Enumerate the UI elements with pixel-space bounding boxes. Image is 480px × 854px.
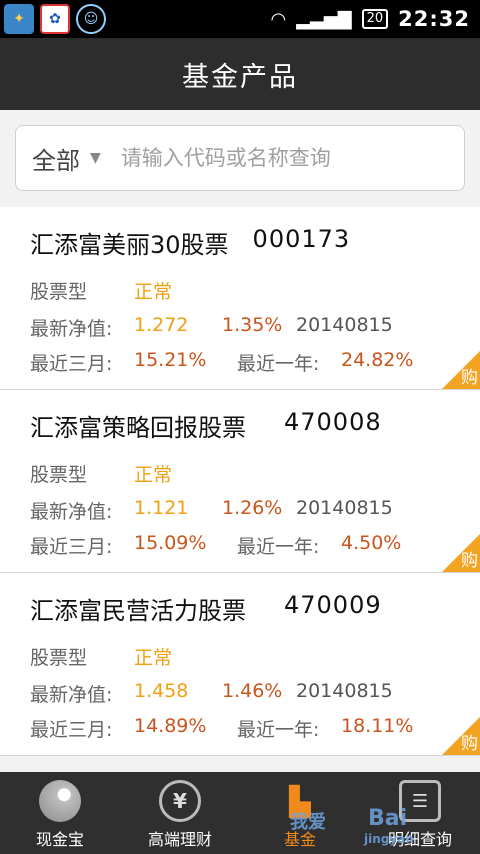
fund-list-item[interactable]: 汇添富美丽30股票 000173 股票型 正常 最新净值: 1.272 1.35… — [0, 207, 480, 390]
store-app-icon: ✿ — [40, 4, 70, 34]
fund-list: 汇添富美丽30股票 000173 股票型 正常 最新净值: 1.272 1.35… — [0, 207, 480, 756]
fund-type: 股票型 — [30, 464, 88, 486]
buy-label[interactable]: 购 — [461, 363, 478, 388]
buy-label[interactable]: 购 — [461, 546, 478, 571]
filter-label: 全部 — [32, 146, 80, 175]
app-header: 基金产品 — [0, 38, 480, 110]
wifi-icon: ◠ — [270, 8, 287, 30]
page-title: 基金产品 — [182, 61, 298, 93]
fund-code: 470008 — [284, 408, 382, 436]
nav-label: 最新净值: — [30, 684, 113, 706]
tab-label: 高端理财 — [147, 830, 212, 849]
tab-cash[interactable]: 现金宝 — [0, 772, 120, 854]
nav-date: 20140815 — [296, 314, 393, 336]
watermark-text-2: Bai — [368, 806, 408, 831]
fund-list-item[interactable]: 汇添富策略回报股票 470008 股票型 正常 最新净值: 1.121 1.26… — [0, 390, 480, 573]
nav-change: 1.26% — [222, 497, 283, 519]
fund-name: 汇添富民营活力股票 — [30, 597, 246, 625]
status-bar: ✦ ✿ ☺ ◠ ▂▃▅▇ 20 22:32 — [0, 0, 480, 38]
ball-icon — [39, 780, 81, 822]
bottom-tab-bar: 现金宝 ¥ 高端理财 ▙ 基金 ☰ 明细查询 我爱 Bai jingyan — [0, 772, 480, 854]
fund-status: 正常 — [134, 647, 173, 669]
chat-app-icon: ☺ — [76, 4, 106, 34]
nav-value: 1.458 — [134, 680, 189, 702]
three-month-return: 15.09% — [134, 532, 207, 554]
fund-code: 000173 — [252, 225, 351, 253]
signal-icon: ▂▃▅▇ — [296, 8, 352, 30]
one-year-label: 最近一年: — [237, 353, 320, 375]
one-year-return: 18.11% — [341, 715, 414, 737]
search-input[interactable] — [120, 146, 464, 170]
one-year-return: 4.50% — [341, 532, 402, 554]
fund-title: 汇添富美丽30股票 000173 — [30, 225, 350, 260]
tab-label: 现金宝 — [35, 830, 84, 849]
chevron-down-icon: ▼ — [90, 150, 101, 166]
fund-type: 股票型 — [30, 647, 88, 669]
buy-label[interactable]: 购 — [461, 729, 478, 754]
three-month-label: 最近三月: — [30, 353, 113, 375]
three-month-return: 15.21% — [134, 349, 207, 371]
status-time: 22:32 — [398, 7, 470, 31]
fund-title: 汇添富策略回报股票 470008 — [30, 408, 382, 443]
one-year-label: 最近一年: — [237, 719, 320, 741]
three-month-label: 最近三月: — [30, 719, 113, 741]
fund-status: 正常 — [134, 281, 173, 303]
fund-name: 汇添富策略回报股票 — [30, 414, 246, 442]
one-year-label: 最近一年: — [237, 536, 320, 558]
nav-label: 最新净值: — [30, 318, 113, 340]
nav-date: 20140815 — [296, 680, 393, 702]
watermark-text-1: 我爱 — [290, 812, 326, 833]
watermark-text-3: jingyan — [364, 832, 414, 846]
nav-value: 1.121 — [134, 497, 189, 519]
cleaner-app-icon: ✦ — [4, 4, 34, 34]
fund-code: 470009 — [284, 591, 382, 619]
nav-value: 1.272 — [134, 314, 189, 336]
one-year-return: 24.82% — [341, 349, 414, 371]
yen-icon: ¥ — [159, 780, 201, 822]
nav-label: 最新净值: — [30, 501, 113, 523]
fund-filter-dropdown[interactable]: 全部 ▼ — [16, 141, 101, 176]
nav-change: 1.35% — [222, 314, 283, 336]
fund-name: 汇添富美丽30股票 — [30, 231, 229, 259]
search-bar: 全部 ▼ — [15, 125, 465, 191]
three-month-return: 14.89% — [134, 715, 207, 737]
three-month-label: 最近三月: — [30, 536, 113, 558]
fund-title: 汇添富民营活力股票 470009 — [30, 591, 382, 626]
fund-type: 股票型 — [30, 281, 88, 303]
battery-icon: 20 — [361, 9, 389, 29]
fund-list-item[interactable]: 汇添富民营活力股票 470009 股票型 正常 最新净值: 1.458 1.46… — [0, 573, 480, 756]
nav-change: 1.46% — [222, 680, 283, 702]
fund-status: 正常 — [134, 464, 173, 486]
tab-wealth[interactable]: ¥ 高端理财 — [120, 772, 240, 854]
nav-date: 20140815 — [296, 497, 393, 519]
